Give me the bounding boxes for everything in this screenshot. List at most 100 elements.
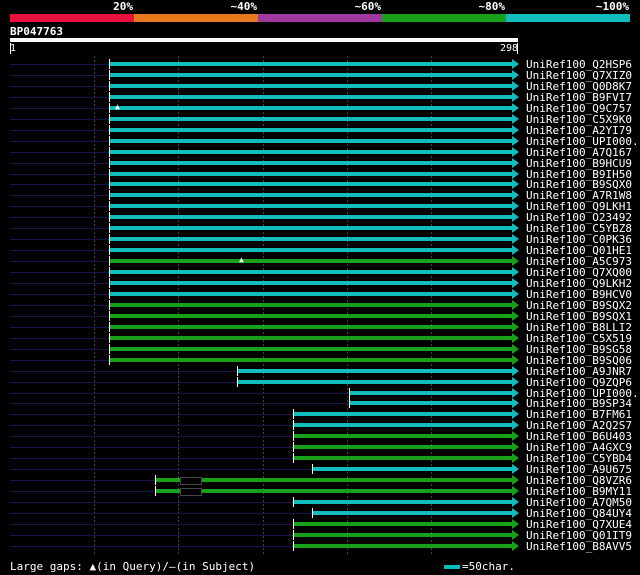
hit-end-arrow-icon (512, 355, 519, 365)
hit-end-arrow-icon (512, 92, 519, 102)
hit-bar[interactable] (110, 182, 512, 186)
unaligned-line (10, 239, 109, 240)
hit-bar[interactable] (110, 73, 512, 77)
hit-end-arrow-icon (512, 388, 519, 398)
unaligned-line (10, 414, 293, 415)
hit-end-arrow-icon (512, 322, 519, 332)
hit-bar[interactable] (110, 150, 512, 154)
hit-end-arrow-icon (512, 212, 519, 222)
hit-bar[interactable] (110, 62, 512, 66)
hit-bar[interactable] (110, 325, 512, 329)
hit-bar[interactable] (238, 369, 512, 373)
hit-end-arrow-icon (512, 179, 519, 189)
hit-end-arrow-icon (512, 530, 519, 540)
hit-bar[interactable] (110, 128, 512, 132)
unaligned-line (10, 305, 109, 306)
hit-end-arrow-icon (512, 333, 519, 343)
hit-end-arrow-icon (512, 158, 519, 168)
unaligned-line (10, 360, 109, 361)
scale-legend: =50char. (444, 561, 515, 573)
gaps-prefix: Large gaps: (10, 560, 83, 573)
hit-bar[interactable] (110, 248, 512, 252)
unaligned-line (10, 86, 109, 87)
hit-bar[interactable] (313, 467, 512, 471)
hit-end-arrow-icon (512, 377, 519, 387)
hit-end-arrow-icon (512, 278, 519, 288)
hit-bar[interactable] (294, 423, 512, 427)
hit-bar[interactable] (110, 204, 512, 208)
hit-bar[interactable] (110, 358, 512, 362)
hit-end-arrow-icon (512, 256, 519, 266)
unaligned-line (10, 141, 109, 142)
subject-gap-box (180, 488, 202, 496)
hit-end-arrow-icon (512, 289, 519, 299)
unaligned-line (10, 184, 109, 185)
unaligned-line (10, 491, 155, 492)
hit-bar[interactable] (110, 303, 512, 307)
unaligned-line (10, 64, 109, 65)
unaligned-line (10, 382, 237, 383)
hit-bar[interactable] (294, 456, 512, 460)
hit-bar[interactable] (110, 117, 512, 121)
hit-row: UniRef100_B8AVV5 (0, 541, 640, 552)
query-gap-icon: ▲ (239, 255, 244, 264)
hit-bar[interactable] (110, 106, 512, 110)
hit-bar[interactable] (294, 522, 512, 526)
unaligned-line (10, 393, 349, 394)
hit-bar[interactable] (110, 139, 512, 143)
hit-end-arrow-icon (512, 311, 519, 321)
hit-bar[interactable] (110, 336, 512, 340)
hit-bar[interactable] (294, 412, 512, 416)
hit-bar[interactable] (110, 193, 512, 197)
unaligned-line (10, 108, 109, 109)
hit-bar[interactable] (110, 347, 512, 351)
unaligned-line (10, 174, 109, 175)
hit-list: UniRef100_Q2HSP6 UniRef100_Q7XIZ0 UniRef10… (0, 0, 640, 575)
hit-bar[interactable] (156, 478, 512, 482)
scale-text: =50char. (462, 560, 515, 573)
hit-bar[interactable] (294, 500, 512, 504)
hit-bar[interactable] (313, 511, 512, 515)
unaligned-line (10, 283, 109, 284)
hit-end-arrow-icon (512, 541, 519, 551)
hit-end-arrow-icon (512, 431, 519, 441)
hit-bar[interactable] (110, 95, 512, 99)
hit-bar[interactable] (156, 489, 512, 493)
hit-end-arrow-icon (512, 508, 519, 518)
hit-end-arrow-icon (512, 366, 519, 376)
hit-end-arrow-icon (512, 453, 519, 463)
hit-end-arrow-icon (512, 223, 519, 233)
hit-bar[interactable] (110, 270, 512, 274)
unaligned-line (10, 546, 293, 547)
hit-end-arrow-icon (512, 475, 519, 485)
unaligned-line (10, 195, 109, 196)
hit-bar[interactable] (110, 314, 512, 318)
hit-end-arrow-icon (512, 70, 519, 80)
hit-bar[interactable] (110, 226, 512, 230)
hit-bar[interactable] (238, 380, 512, 384)
hit-end-arrow-icon (512, 245, 519, 255)
hit-bar[interactable] (294, 544, 512, 548)
unaligned-line (10, 425, 293, 426)
hit-end-arrow-icon (512, 201, 519, 211)
hit-bar[interactable] (294, 533, 512, 537)
hit-bar[interactable] (350, 391, 512, 395)
hit-end-arrow-icon (512, 398, 519, 408)
hit-bar[interactable] (294, 434, 512, 438)
hit-bar[interactable] (110, 259, 512, 263)
unaligned-line (10, 316, 109, 317)
hit-bar[interactable] (350, 401, 512, 405)
hit-bar[interactable] (110, 161, 512, 165)
hit-bar[interactable] (110, 84, 512, 88)
hit-end-arrow-icon (512, 409, 519, 419)
unaligned-line (10, 130, 109, 131)
hit-end-arrow-icon (512, 519, 519, 529)
hit-bar[interactable] (294, 445, 512, 449)
hit-bar[interactable] (110, 215, 512, 219)
hit-bar[interactable] (110, 292, 512, 296)
hit-bar[interactable] (110, 172, 512, 176)
subject-gap-box (180, 477, 202, 485)
hit-label[interactable]: UniRef100_B8AVV5 (526, 541, 632, 552)
hit-bar[interactable] (110, 281, 512, 285)
hit-bar[interactable] (110, 237, 512, 241)
